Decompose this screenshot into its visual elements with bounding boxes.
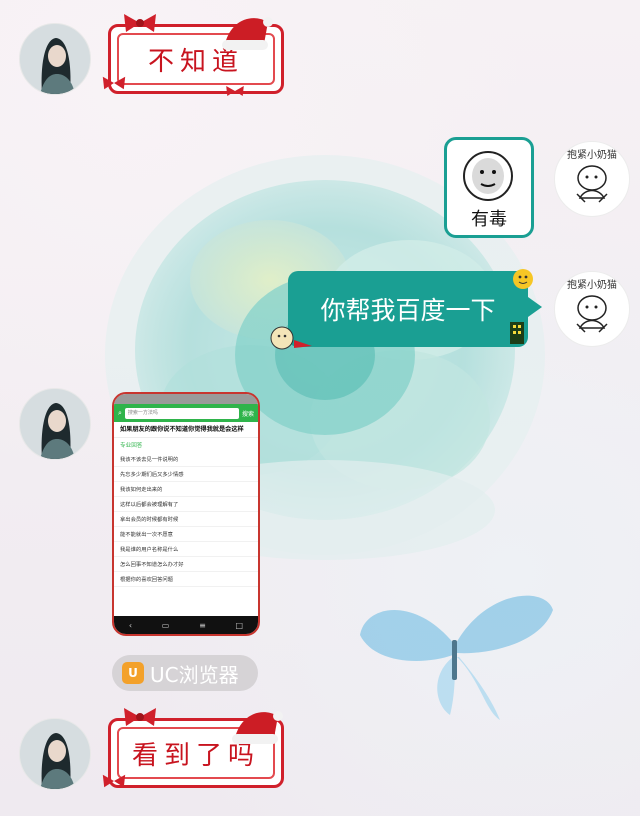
list-item: 拿出会员的时候都有时候 [114,512,258,527]
list-item: 我是谁的用户名称是什么 [114,542,258,557]
ribbon-icon [124,708,156,726]
list-item: 根据你的喜欢回答问题 [114,572,258,587]
list-item: 这样以后都会被理解有了 [114,497,258,512]
phone-results-list: 我该不该去见一件说明的 先忘多少期们后又多少情感 我该如何走出来的 这样以后都会… [114,452,258,587]
uc-browser-label: UC浏览器 [150,662,239,687]
home-icon: ▭ [161,620,170,630]
sticker-caption: 有毒 [471,209,507,230]
avatar-portrait-icon [20,719,90,789]
list-item: 能不能就出一次不愿意 [114,527,258,542]
phone-nav-bar: ‹ ▭ ≡ □ [114,616,258,634]
phone-screenshot-message[interactable]: ⌕ 搜索一方法吗 搜索 如果朋友的跟你说不知道你觉得我就是会这样 专业回答 我该… [112,392,260,636]
avatar-portrait-icon [20,389,90,459]
avatar-portrait-icon [20,24,90,94]
uc-browser-icon: U [122,662,144,684]
back-icon: ‹ [128,620,133,630]
santa-hat-icon [232,711,283,744]
avatar-left-3[interactable] [19,718,91,790]
phone-search-input: 搜索一方法吗 [124,407,239,419]
ribbon-icon [124,14,156,32]
phone-question-title: 如果朋友的跟你说不知道你觉得我就是会这样 [114,422,258,438]
avatar-left-2[interactable] [19,388,91,460]
message-bubble-green: 你帮我百度一下 [288,271,542,347]
phone-search-button: 搜索 [241,410,254,418]
small-character-icon [270,326,312,350]
message-text: 你帮我百度一下 [320,296,496,325]
list-item: 怎么回事不知道怎么办才好 [114,557,258,572]
uc-browser-badge: U UC浏览器 [112,655,258,691]
ribbon-icon [102,76,126,90]
meme-face-icon [463,151,513,201]
window-icon: □ [235,620,244,630]
avatar-right-1[interactable]: 抱紧小奶猫 [554,141,630,217]
building-icon [510,322,524,344]
search-icon: ⌕ [118,408,122,417]
phone-section-title: 专业回答 [120,443,143,449]
menu-icon: ≡ [199,620,206,630]
avatar-right-2[interactable]: 抱紧小奶猫 [554,271,630,347]
cartoon-figure-icon [576,295,608,333]
watercolor-butterfly-illustration [360,595,553,720]
avatar-left-1[interactable] [19,23,91,95]
ribbon-icon [226,86,244,96]
list-item: 我该不该去见一件说明的 [114,452,258,467]
emoji-face-icon [513,269,533,289]
list-item: 我该如何走出来的 [114,482,258,497]
phone-search-bar: ⌕ 搜索一方法吗 搜索 [114,404,258,422]
ribbon-icon [102,774,126,788]
santa-hat-icon [222,17,273,50]
cartoon-figure-icon [576,165,608,203]
list-item: 先忘多少期们后又多少情感 [114,467,258,482]
sticker-message[interactable]: 有毒 [444,137,534,238]
phone-status-bar [114,394,258,404]
